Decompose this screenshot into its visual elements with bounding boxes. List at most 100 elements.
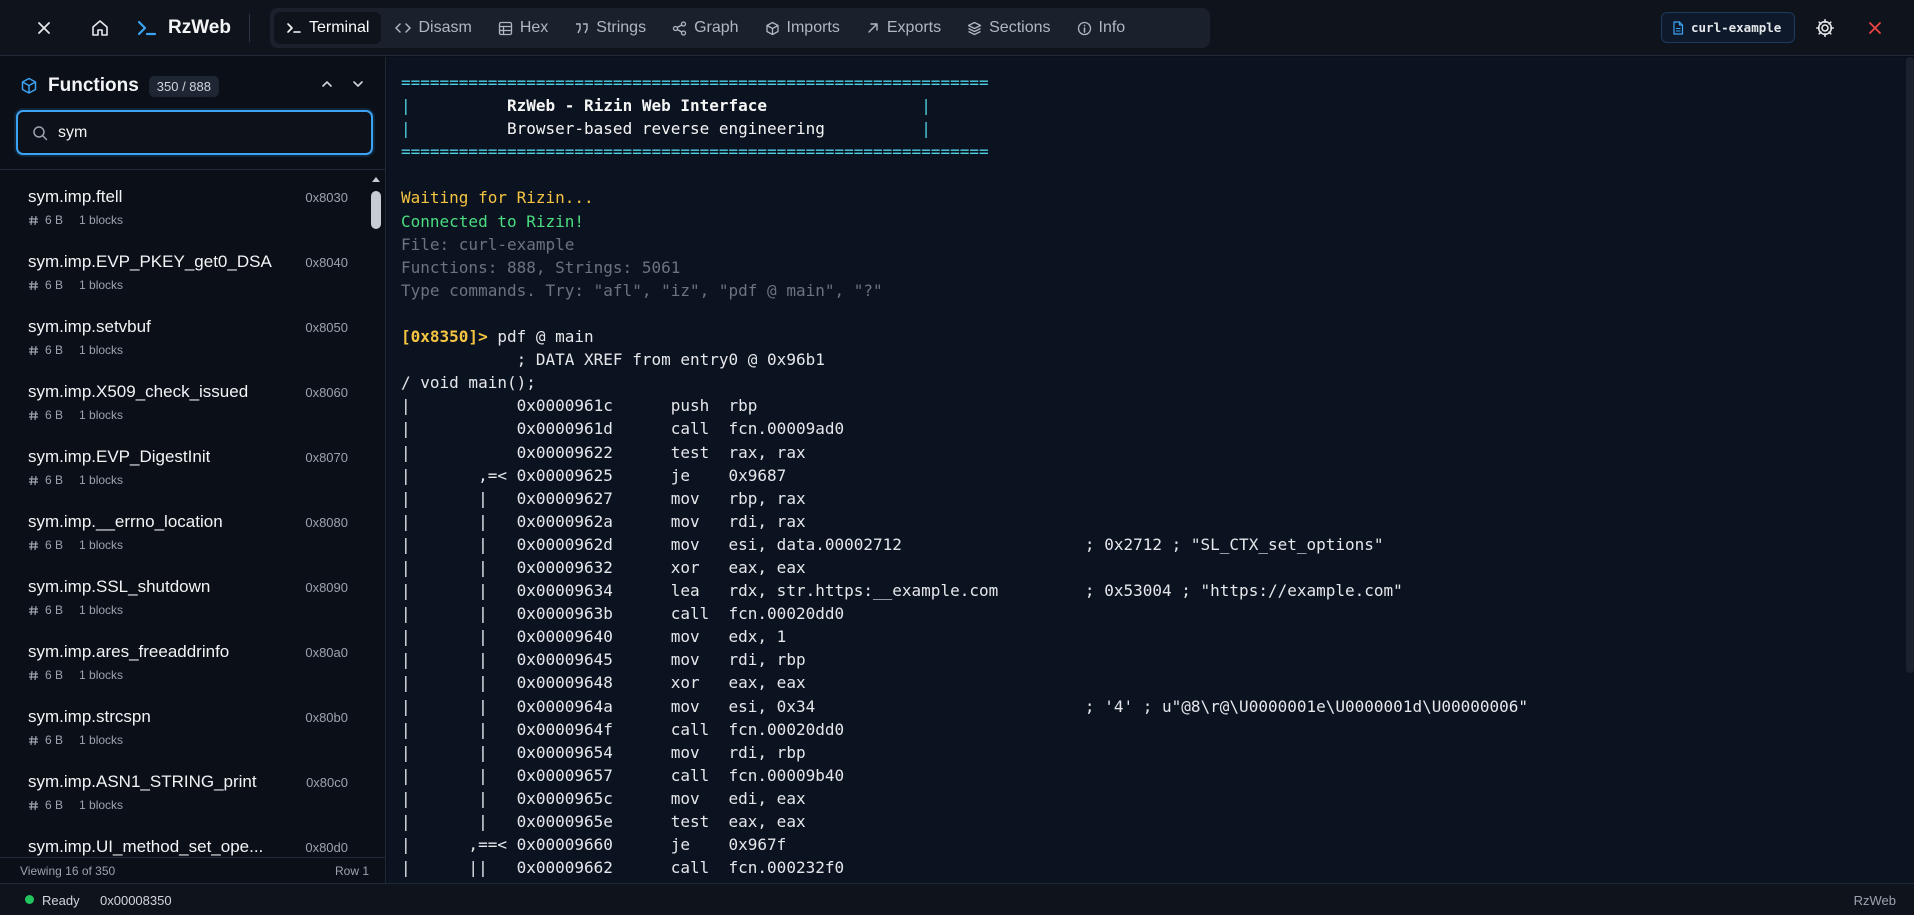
terminal-text: | | 0x00009627 mov rbp, rax <box>401 488 806 508</box>
function-blocks: 1 blocks <box>79 213 124 227</box>
function-blocks: 1 blocks <box>79 473 124 487</box>
function-meta: 6 B 1 blocks <box>28 668 123 682</box>
terminal-text: | || 0x00009662 call fcn.000232f0 <box>401 858 845 878</box>
code-icon <box>395 23 412 33</box>
function-blocks: 1 blocks <box>79 278 124 292</box>
package-icon <box>765 21 779 35</box>
function-address: 0x80c0 <box>306 775 348 790</box>
gear-icon[interactable] <box>1809 12 1841 44</box>
function-item[interactable]: sym.imp.ASN1_STRING_print 0x80c0 6 B 1 bloc… <box>0 762 366 827</box>
terminal-scrollbar-thumb[interactable] <box>1906 57 1914 673</box>
function-size: 6 B <box>45 798 64 812</box>
terminal-line: ; DATA XREF from entry0 @ 0x96b1 <box>401 348 1528 371</box>
function-search[interactable] <box>16 110 373 155</box>
terminal-line: | | 0x0000963b call fcn.00020dd0 <box>401 602 1528 625</box>
function-blocks: 1 blocks <box>79 603 124 617</box>
terminal-line: | 0x00009622 test rax, rax <box>401 441 1528 464</box>
function-size: 6 B <box>45 278 64 292</box>
terminal-text: | | 0x00009648 xor eax, eax <box>401 673 806 693</box>
function-name: sym.imp.EVP_PKEY_get0_DSA <box>28 252 272 271</box>
terminal-line: | | 0x0000965c mov edi, eax <box>401 787 1528 810</box>
status-bar: Ready 0x00008350 RzWeb <box>0 883 1914 915</box>
home-icon[interactable] <box>84 12 116 44</box>
terminal-text: | ,==< 0x00009660 je 0x967f <box>401 835 787 855</box>
scrollbar-thumb[interactable] <box>371 191 381 229</box>
function-item[interactable]: sym.imp.__errno_location 0x8080 6 B 1 block… <box>0 502 366 567</box>
terminal-line: | | 0x00009657 call fcn.00009b40 <box>401 764 1528 787</box>
function-item[interactable]: sym.imp.ares_freeaddrinfo 0x80a0 6 B 1 bloc… <box>0 632 366 697</box>
function-meta: 6 B 1 blocks <box>28 278 123 292</box>
sidebar-footer: Viewing 16 of 350 Row 1 <box>0 857 385 883</box>
function-item[interactable]: sym.imp.setvbuf 0x8050 6 B 1 blocks <box>0 307 366 372</box>
function-size: 6 B <box>45 603 64 617</box>
terminal-text: ========================================… <box>401 142 989 162</box>
terminal-text: ; DATA XREF from entry0 @ 0x96b1 <box>401 350 825 370</box>
terminal-line: | Browser-based reverse engineering | <box>401 117 1528 140</box>
divider <box>249 14 250 42</box>
tab-sections[interactable]: Sections <box>955 12 1062 44</box>
terminal-text: RzWeb - Rizin Web Interface <box>410 96 922 116</box>
viewing-count: Viewing 16 of 350 <box>20 863 116 878</box>
arrow-up-right-icon <box>868 23 878 33</box>
function-item[interactable]: sym.imp.strcspn 0x80b0 6 B 1 blocks <box>0 697 366 762</box>
close-icon[interactable] <box>28 12 60 44</box>
function-name: sym.imp.strcspn <box>28 707 151 726</box>
tab-info[interactable]: Info <box>1065 12 1138 44</box>
terminal-line: [0x8350]> pdf @ main <box>401 325 1528 348</box>
share-icon <box>672 20 687 36</box>
scroll-up-icon[interactable] <box>371 175 381 185</box>
info-icon <box>1077 21 1091 35</box>
terminal-line: Connected to Rizin! <box>401 210 1528 233</box>
function-blocks: 1 blocks <box>79 343 124 357</box>
terminal-text: pdf @ main <box>487 327 594 347</box>
terminal-text: Functions: 888, Strings: 5061 <box>401 257 681 277</box>
function-name: sym.imp.ftell <box>28 187 123 206</box>
terminal-icon <box>287 23 301 33</box>
terminal-text: | <box>401 96 411 116</box>
function-meta: 6 B 1 blocks <box>28 603 123 617</box>
function-item[interactable]: sym.imp.EVP_DigestInit 0x8070 6 B 1 blocks <box>0 437 366 502</box>
function-address: 0x8050 <box>305 320 348 335</box>
function-item[interactable]: sym.imp.SSL_shutdown 0x8090 6 B 1 blocks <box>0 567 366 632</box>
function-size: 6 B <box>45 343 64 357</box>
function-list-scrollbar[interactable] <box>366 169 386 915</box>
terminal-line: | | 0x0000964f call fcn.00020dd0 <box>401 718 1528 741</box>
function-blocks: 1 blocks <box>79 798 124 812</box>
chevron-down-icon[interactable] <box>347 73 369 95</box>
tab-terminal[interactable]: Terminal <box>274 12 382 44</box>
close-file-icon[interactable] <box>1859 12 1891 44</box>
function-item[interactable]: sym.imp.EVP_PKEY_get0_DSA 0x8040 6 B 1 bloc… <box>0 242 366 307</box>
chevron-up-icon[interactable] <box>316 73 338 95</box>
file-chip[interactable]: curl-example <box>1661 12 1795 43</box>
terminal-text: | | 0x0000963b call fcn.00020dd0 <box>401 604 845 624</box>
terminal-panel[interactable]: ========================================… <box>387 57 1914 883</box>
terminal-line: Waiting for Rizin... <box>401 186 1528 209</box>
terminal-text: | | 0x0000965e test eax, eax <box>401 812 806 831</box>
terminal-scrollbar[interactable] <box>1904 57 1914 883</box>
terminal-line: | ,==< 0x00009660 je 0x967f <box>401 833 1528 856</box>
function-meta: 6 B 1 blocks <box>28 538 123 552</box>
terminal-line: | | 0x0000962a mov rdi, rax <box>401 510 1528 533</box>
tab-strings[interactable]: Strings <box>562 12 658 44</box>
function-item[interactable]: sym.imp.ftell 0x8030 6 B 1 blocks <box>0 177 366 242</box>
terminal-text: | 0x0000961c push rbp <box>401 396 758 416</box>
tab-graph[interactable]: Graph <box>660 12 750 44</box>
terminal-output: ========================================… <box>401 71 1528 879</box>
function-address: 0x8090 <box>305 580 348 595</box>
tab-exports[interactable]: Exports <box>854 12 953 44</box>
hash-icon <box>29 215 38 225</box>
tab-imports[interactable]: Imports <box>753 12 852 44</box>
tab-hex[interactable]: Hex <box>486 12 560 44</box>
terminal-line: | 0x0000961c push rbp <box>401 394 1528 417</box>
terminal-text: File: curl-example <box>401 234 575 254</box>
function-size: 6 B <box>45 538 64 552</box>
hash-icon <box>29 540 38 550</box>
search-input[interactable] <box>57 123 357 142</box>
function-address: 0x80a0 <box>305 645 348 660</box>
function-item[interactable]: sym.imp.X509_check_issued 0x8060 6 B 1 bloc… <box>0 372 366 437</box>
function-address: 0x8040 <box>305 255 348 270</box>
terminal-line: | ,=< 0x00009625 je 0x9687 <box>401 464 1528 487</box>
terminal-text: | | 0x00009634 lea rdx, str.https:__exam… <box>401 581 1403 601</box>
tab-disasm[interactable]: Disasm <box>383 12 483 44</box>
